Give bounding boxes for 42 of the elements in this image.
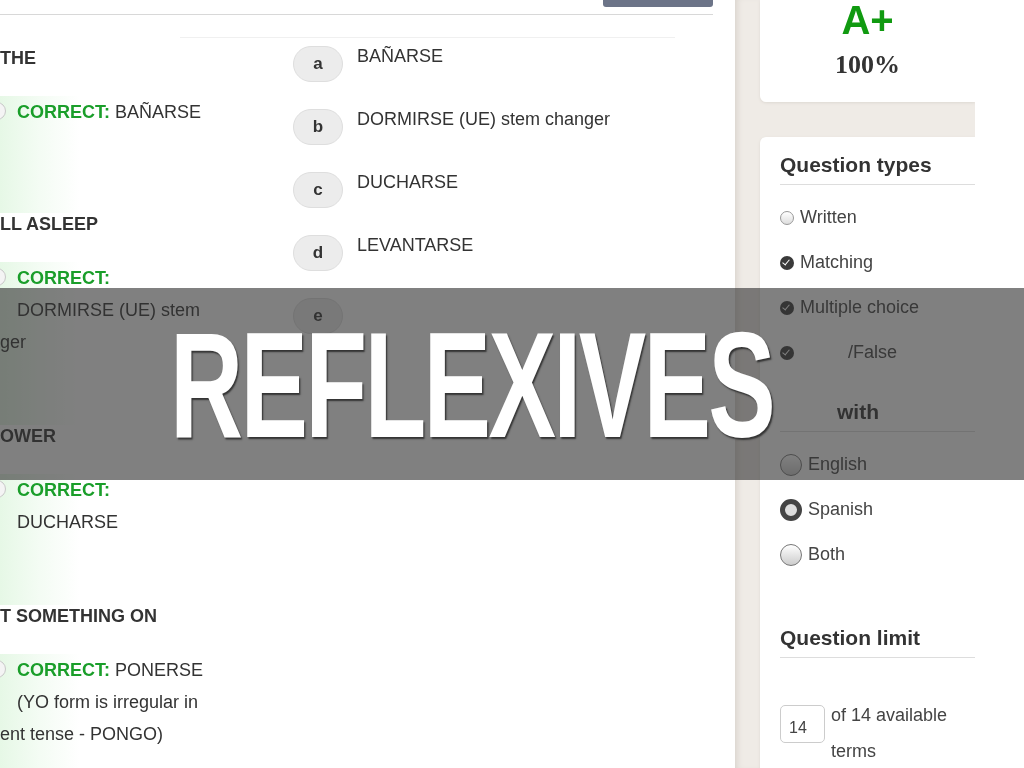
radio-button[interactable] xyxy=(780,498,802,521)
section-heading: Question limit xyxy=(780,610,975,658)
answer-text: DORMIRSE (UE) stem xyxy=(17,299,200,322)
answer-text: CORRECT: PONERSE xyxy=(17,659,204,682)
option-label: Written xyxy=(800,207,857,228)
answer-text: CORRECT: BAÑARSE xyxy=(17,101,202,124)
grade: A+ xyxy=(841,0,894,40)
limit-field[interactable]: 14 xyxy=(780,705,825,743)
checkbox[interactable] xyxy=(780,300,794,315)
option-label: Matching xyxy=(800,252,874,273)
option-letter[interactable]: b xyxy=(293,109,343,145)
checkbox[interactable] xyxy=(780,345,794,360)
answer-text: CORRECT: xyxy=(17,479,110,502)
option-letter[interactable]: a xyxy=(293,46,343,82)
option-letter[interactable]: d xyxy=(293,235,343,271)
option-text: DUCHARSE xyxy=(357,171,458,194)
answer-text: ent tense - PONGO) xyxy=(0,723,164,746)
question-term: LL ASLEEP xyxy=(0,213,99,235)
option-text: LEVANTARSE xyxy=(357,234,474,257)
checkbox[interactable] xyxy=(780,210,794,225)
option-text: DORMIRSE (UE) stem changer xyxy=(357,108,611,131)
option-text: BAÑARSE xyxy=(357,45,444,68)
answer-text: DUCHARSE xyxy=(17,511,118,534)
question-term: T SOMETHING ON xyxy=(0,605,158,627)
radio-button[interactable] xyxy=(780,453,802,476)
limit-text: of 14 available terms xyxy=(831,704,949,763)
section-heading: with xyxy=(780,384,975,432)
score-percent: 100% xyxy=(835,50,900,80)
option-label: /False xyxy=(848,342,898,363)
checkbox[interactable] xyxy=(780,255,794,270)
option-label: Multiple choice xyxy=(800,297,920,318)
answer-text: ger xyxy=(0,331,26,354)
answer-text: (YO form is irregular in xyxy=(17,691,199,714)
option-label: English xyxy=(808,454,868,475)
radio-button[interactable] xyxy=(780,543,802,566)
section-heading: Question types xyxy=(780,137,975,185)
option-letter[interactable]: c xyxy=(293,172,343,208)
question-term: THE xyxy=(0,47,37,69)
option-label: Both xyxy=(808,544,846,565)
answer-text: CORRECT: xyxy=(17,267,110,290)
question-term: OWER xyxy=(0,425,57,447)
option-label: Spanish xyxy=(808,499,874,520)
